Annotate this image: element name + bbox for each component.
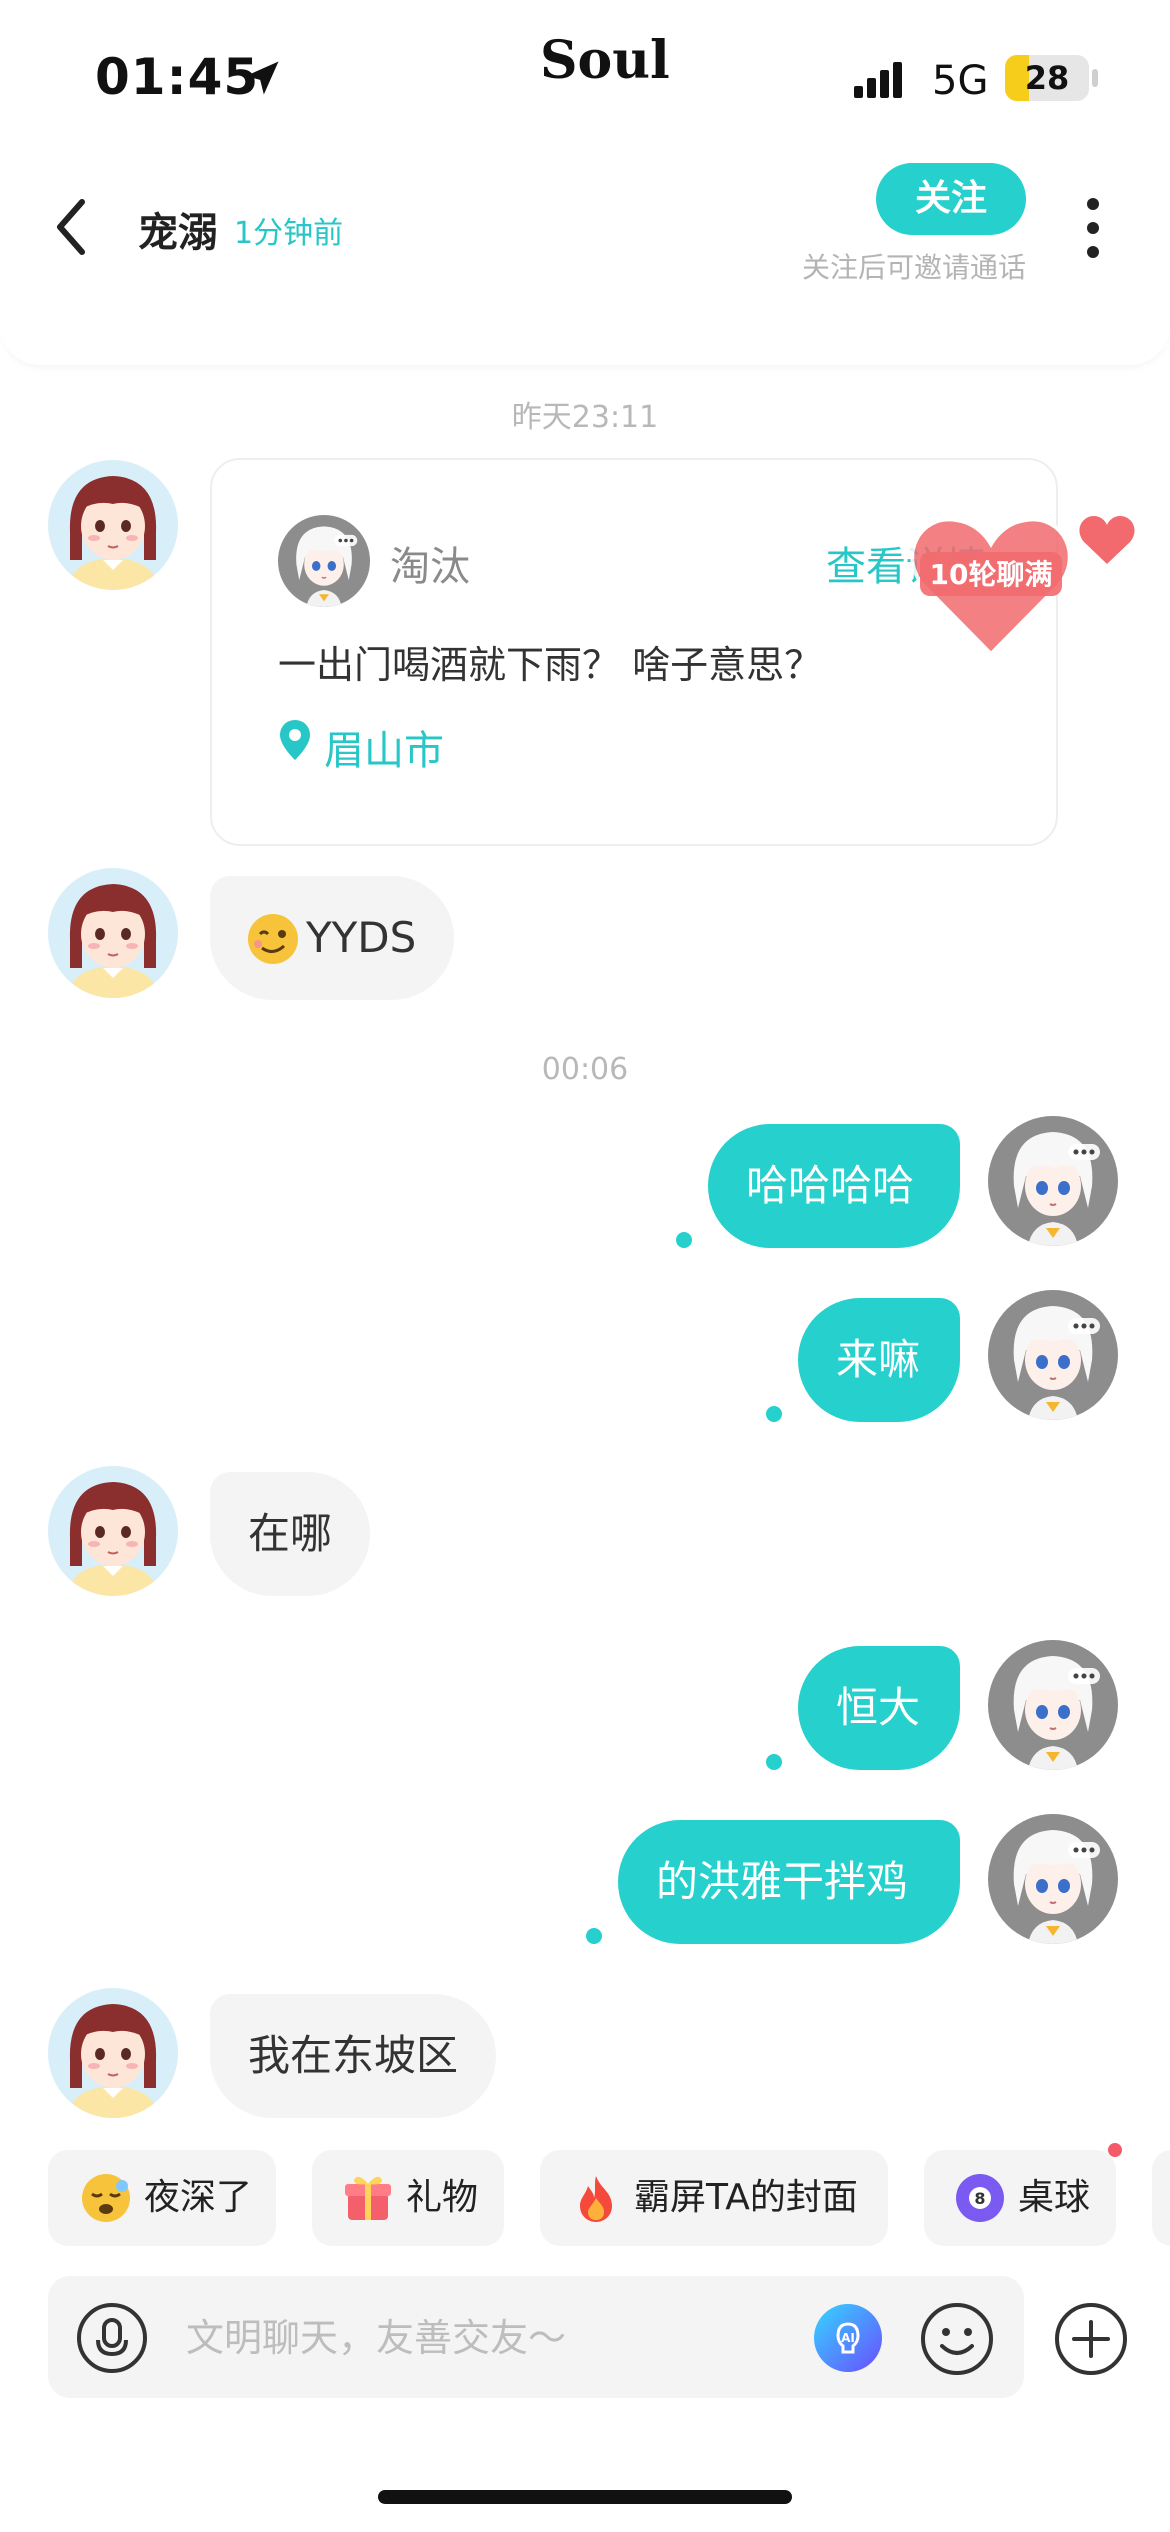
outgoing-message-bubble[interactable]: 哈哈哈哈 [708, 1124, 960, 1248]
more-options-icon[interactable] [1083, 196, 1103, 260]
message-input[interactable] [186, 2302, 786, 2374]
status-time: 01:45 [95, 48, 260, 106]
billiard-ball-icon: 8 [956, 2174, 1004, 2222]
location-arrow-icon [245, 61, 279, 95]
heart-badge-text: 10轮聊满 [930, 558, 1053, 591]
status-bar: 01:45 Soul 5G 28 [0, 0, 1170, 150]
incoming-message-bubble[interactable]: 在哪 [210, 1472, 371, 1596]
gift-icon [345, 2176, 391, 2220]
contact-name[interactable]: 宠溺 [138, 200, 218, 258]
contact-avatar[interactable] [48, 460, 178, 590]
post-location: 眉山市 [324, 728, 444, 774]
home-indicator [378, 2490, 792, 2504]
my-avatar[interactable] [988, 1116, 1118, 1246]
chip-billiards[interactable]: 8 桌球 [924, 2150, 1116, 2246]
outgoing-message-bubble[interactable]: 的洪雅干拌鸡 [618, 1820, 960, 1944]
chip-partial[interactable] [1152, 2150, 1170, 2246]
contact-avatar[interactable] [48, 1466, 178, 1596]
outgoing-message-bubble[interactable]: 来嘛 [798, 1298, 960, 1422]
add-attachment-icon[interactable] [1054, 2302, 1128, 2376]
last-seen-status: 1分钟前 [234, 216, 344, 251]
location-pin-icon [280, 720, 310, 760]
follow-hint: 关注后可邀请通话 [801, 251, 1026, 284]
brand-logo: Soul [540, 30, 670, 91]
message-text: YYDS [306, 913, 417, 962]
post-author-name: 淘汰 [390, 544, 470, 590]
ai-assistant-icon[interactable]: AI [812, 2302, 884, 2374]
my-avatar[interactable] [988, 1290, 1118, 1420]
timestamp: 00:06 [541, 1052, 629, 1087]
fire-icon [580, 2176, 612, 2222]
bubble-tail [676, 1232, 692, 1248]
post-author-avatar[interactable] [278, 515, 370, 607]
notification-dot [1108, 2143, 1122, 2157]
svg-text:8: 8 [974, 2189, 985, 2208]
battery-tip [1092, 69, 1098, 87]
battery-percent: 28 [1024, 59, 1070, 97]
chip-label: 霸屏TA的封面 [634, 2177, 858, 2218]
cellular-signal-icon [854, 62, 902, 98]
chip-label: 夜深了 [144, 2177, 253, 2218]
bubble-tail [586, 1928, 602, 1944]
chip-late-night[interactable]: 夜深了 [48, 2150, 276, 2246]
voice-mic-icon[interactable] [76, 2302, 148, 2374]
timestamp: 昨天23:11 [511, 400, 659, 435]
incoming-message-bubble[interactable]: YYDS [210, 876, 455, 1000]
outgoing-message-bubble[interactable]: 恒大 [798, 1646, 960, 1770]
heart-badge-icon: 10轮聊满 [910, 517, 1072, 657]
chip-label: 礼物 [406, 2177, 479, 2218]
post-text: 一出门喝酒就下雨？ 啥子意思？ [278, 643, 823, 687]
wink-emoji-icon [248, 914, 298, 964]
bubble-tail [766, 1754, 782, 1770]
contact-avatar[interactable] [48, 1988, 178, 2118]
network-type: 5G [932, 58, 989, 104]
back-arrow-icon[interactable] [46, 192, 96, 262]
sleepy-emoji-icon [82, 2174, 130, 2222]
bubble-tail [766, 1406, 782, 1422]
quick-action-bar: 夜深了 礼物 霸屏TA的封面 8 桌球 [0, 2150, 1170, 2248]
my-avatar[interactable] [988, 1640, 1118, 1770]
follow-button[interactable]: 关注 [876, 163, 1026, 235]
chip-gift[interactable]: 礼物 [312, 2150, 504, 2246]
incoming-message-bubble[interactable]: 我在东坡区 [210, 1994, 497, 2118]
svg-text:AI: AI [841, 2331, 855, 2345]
chat-header: 宠溺 1分钟前 关注 关注后可邀请通话 [0, 150, 1170, 365]
contact-avatar[interactable] [48, 868, 178, 998]
emoji-icon[interactable] [920, 2302, 994, 2376]
chip-cover-takeover[interactable]: 霸屏TA的封面 [540, 2150, 888, 2246]
chip-label: 桌球 [1018, 2177, 1091, 2218]
heart-icon[interactable] [1078, 514, 1136, 566]
my-avatar[interactable] [988, 1814, 1118, 1944]
battery-icon: 28 [1005, 55, 1089, 101]
